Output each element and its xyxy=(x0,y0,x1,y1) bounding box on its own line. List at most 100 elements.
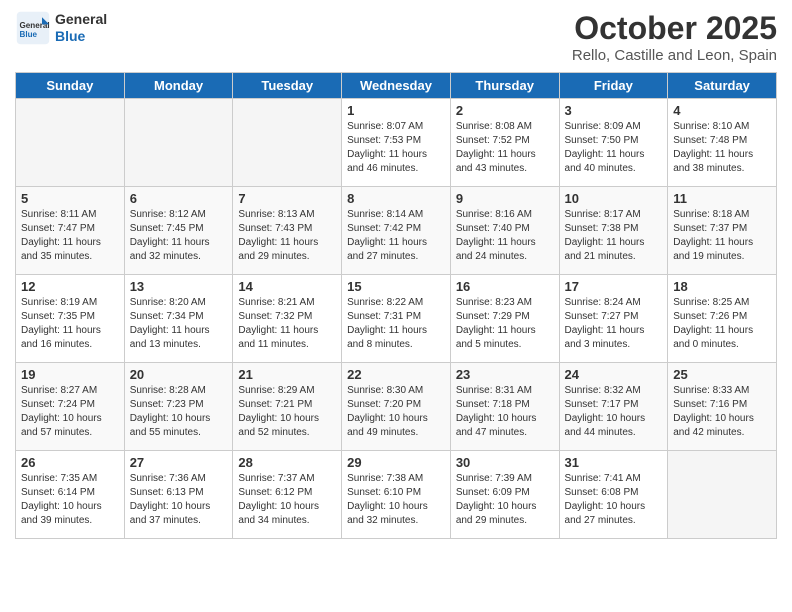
day-info: Sunrise: 8:30 AMSunset: 7:20 PMDaylight:… xyxy=(347,384,445,440)
day-info: Sunrise: 8:08 AMSunset: 7:52 PMDaylight:… xyxy=(456,120,554,176)
day-info: Sunrise: 8:18 AMSunset: 7:37 PMDaylight:… xyxy=(673,208,771,264)
calendar-cell: 5Sunrise: 8:11 AMSunset: 7:47 PMDaylight… xyxy=(16,187,125,275)
day-number: 25 xyxy=(673,367,771,382)
calendar-cell: 25 Sunrise: 8:33 AMSunset: 7:16 PMDayligh… xyxy=(668,363,777,451)
day-number: 17 xyxy=(565,279,663,294)
day-number: 20 xyxy=(130,367,228,382)
day-info: Sunrise: 8:24 AMSunset: 7:27 PMDaylight:… xyxy=(565,296,663,352)
calendar-cell: 22 Sunrise: 8:30 AMSunset: 7:20 PMDayligh… xyxy=(342,363,451,451)
calendar-day-header: Thursday xyxy=(450,73,559,99)
calendar-cell: 10Sunrise: 8:17 AMSunset: 7:38 PMDayligh… xyxy=(559,187,668,275)
calendar-cell: 21 Sunrise: 8:29 AMSunset: 7:21 PMDayligh… xyxy=(233,363,342,451)
calendar-cell: 9Sunrise: 8:16 AMSunset: 7:40 PMDaylight… xyxy=(450,187,559,275)
day-number: 4 xyxy=(673,103,771,118)
day-info: Sunrise: 8:29 AMSunset: 7:21 PMDaylight:… xyxy=(238,384,336,440)
calendar-week-row: 1 Sunrise: 8:07 AMSunset: 7:53 PMDaylight… xyxy=(16,99,777,187)
title-block: October 2025 Rello, Castille and Leon, S… xyxy=(572,10,777,64)
calendar-table: SundayMondayTuesdayWednesdayThursdayFrid… xyxy=(15,72,777,539)
calendar-cell: 15 Sunrise: 8:22 AMSunset: 7:31 PMDayligh… xyxy=(342,275,451,363)
day-number: 31 xyxy=(565,455,663,470)
calendar-cell: 7 Sunrise: 8:13 AMSunset: 7:43 PMDaylight… xyxy=(233,187,342,275)
calendar-cell: 11 Sunrise: 8:18 AMSunset: 7:37 PMDayligh… xyxy=(668,187,777,275)
day-info: Sunrise: 8:32 AMSunset: 7:17 PMDaylight:… xyxy=(565,384,663,440)
day-info: Sunrise: 8:25 AMSunset: 7:26 PMDaylight:… xyxy=(673,296,771,352)
day-info: Sunrise: 8:20 AMSunset: 7:34 PMDaylight:… xyxy=(130,296,228,352)
calendar-cell xyxy=(16,99,125,187)
logo-icon: General Blue xyxy=(15,10,51,46)
calendar-cell: 1 Sunrise: 8:07 AMSunset: 7:53 PMDaylight… xyxy=(342,99,451,187)
calendar-cell: 2 Sunrise: 8:08 AMSunset: 7:52 PMDaylight… xyxy=(450,99,559,187)
day-info: Sunrise: 8:22 AMSunset: 7:31 PMDaylight:… xyxy=(347,296,445,352)
day-number: 29 xyxy=(347,455,445,470)
calendar-day-header: Wednesday xyxy=(342,73,451,99)
calendar-day-header: Friday xyxy=(559,73,668,99)
calendar-cell: 18 Sunrise: 8:25 AMSunset: 7:26 PMDayligh… xyxy=(668,275,777,363)
svg-text:Blue: Blue xyxy=(20,30,38,39)
day-info: Sunrise: 8:12 AMSunset: 7:45 PMDaylight:… xyxy=(130,208,228,264)
day-number: 16 xyxy=(456,279,554,294)
calendar-cell: 23 Sunrise: 8:31 AMSunset: 7:18 PMDayligh… xyxy=(450,363,559,451)
day-number: 6 xyxy=(130,191,228,206)
calendar-cell: 29 Sunrise: 7:38 AMSunset: 6:10 PMDayligh… xyxy=(342,451,451,539)
day-number: 22 xyxy=(347,367,445,382)
day-info: Sunrise: 8:10 AMSunset: 7:48 PMDaylight:… xyxy=(673,120,771,176)
calendar-day-header: Sunday xyxy=(16,73,125,99)
day-info: Sunrise: 7:36 AMSunset: 6:13 PMDaylight:… xyxy=(130,472,228,528)
calendar-week-row: 26Sunrise: 7:35 AMSunset: 6:14 PMDayligh… xyxy=(16,451,777,539)
day-info: Sunrise: 8:28 AMSunset: 7:23 PMDaylight:… xyxy=(130,384,228,440)
day-info: Sunrise: 7:39 AMSunset: 6:09 PMDaylight:… xyxy=(456,472,554,528)
day-number: 12 xyxy=(21,279,119,294)
day-info: Sunrise: 8:33 AMSunset: 7:16 PMDaylight:… xyxy=(673,384,771,440)
day-info: Sunrise: 8:27 AMSunset: 7:24 PMDaylight:… xyxy=(21,384,119,440)
day-number: 14 xyxy=(238,279,336,294)
header: General Blue General Blue October 2025 R… xyxy=(15,10,777,64)
day-info: Sunrise: 7:41 AMSunset: 6:08 PMDaylight:… xyxy=(565,472,663,528)
calendar-cell: 24 Sunrise: 8:32 AMSunset: 7:17 PMDayligh… xyxy=(559,363,668,451)
day-number: 5 xyxy=(21,191,119,206)
day-info: Sunrise: 8:31 AMSunset: 7:18 PMDaylight:… xyxy=(456,384,554,440)
calendar-cell: 27 Sunrise: 7:36 AMSunset: 6:13 PMDayligh… xyxy=(124,451,233,539)
day-number: 1 xyxy=(347,103,445,118)
calendar-cell: 19 Sunrise: 8:27 AMSunset: 7:24 PMDayligh… xyxy=(16,363,125,451)
calendar-cell: 13Sunrise: 8:20 AMSunset: 7:34 PMDayligh… xyxy=(124,275,233,363)
day-number: 21 xyxy=(238,367,336,382)
day-number: 23 xyxy=(456,367,554,382)
day-number: 24 xyxy=(565,367,663,382)
calendar-cell xyxy=(233,99,342,187)
day-info: Sunrise: 8:23 AMSunset: 7:29 PMDaylight:… xyxy=(456,296,554,352)
calendar-cell: 6 Sunrise: 8:12 AMSunset: 7:45 PMDaylight… xyxy=(124,187,233,275)
calendar-week-row: 5Sunrise: 8:11 AMSunset: 7:47 PMDaylight… xyxy=(16,187,777,275)
calendar-cell: 3 Sunrise: 8:09 AMSunset: 7:50 PMDaylight… xyxy=(559,99,668,187)
day-number: 10 xyxy=(565,191,663,206)
calendar-day-header: Tuesday xyxy=(233,73,342,99)
calendar-cell: 17 Sunrise: 8:24 AMSunset: 7:27 PMDayligh… xyxy=(559,275,668,363)
day-number: 26 xyxy=(21,455,119,470)
day-info: Sunrise: 8:09 AMSunset: 7:50 PMDaylight:… xyxy=(565,120,663,176)
day-number: 3 xyxy=(565,103,663,118)
day-number: 7 xyxy=(238,191,336,206)
day-number: 11 xyxy=(673,191,771,206)
day-number: 19 xyxy=(21,367,119,382)
calendar-day-header: Saturday xyxy=(668,73,777,99)
day-number: 9 xyxy=(456,191,554,206)
day-info: Sunrise: 8:19 AMSunset: 7:35 PMDaylight:… xyxy=(21,296,119,352)
day-number: 27 xyxy=(130,455,228,470)
day-info: Sunrise: 8:07 AMSunset: 7:53 PMDaylight:… xyxy=(347,120,445,176)
calendar-cell: 20 Sunrise: 8:28 AMSunset: 7:23 PMDayligh… xyxy=(124,363,233,451)
calendar-cell: 4 Sunrise: 8:10 AMSunset: 7:48 PMDaylight… xyxy=(668,99,777,187)
location-title: Rello, Castille and Leon, Spain xyxy=(572,47,777,64)
day-info: Sunrise: 8:13 AMSunset: 7:43 PMDaylight:… xyxy=(238,208,336,264)
month-title: October 2025 xyxy=(572,10,777,47)
day-info: Sunrise: 8:21 AMSunset: 7:32 PMDaylight:… xyxy=(238,296,336,352)
calendar-week-row: 12 Sunrise: 8:19 AMSunset: 7:35 PMDayligh… xyxy=(16,275,777,363)
day-number: 18 xyxy=(673,279,771,294)
day-info: Sunrise: 7:38 AMSunset: 6:10 PMDaylight:… xyxy=(347,472,445,528)
day-number: 8 xyxy=(347,191,445,206)
day-info: Sunrise: 8:14 AMSunset: 7:42 PMDaylight:… xyxy=(347,208,445,264)
day-number: 2 xyxy=(456,103,554,118)
calendar-cell: 26Sunrise: 7:35 AMSunset: 6:14 PMDayligh… xyxy=(16,451,125,539)
calendar-cell: 28Sunrise: 7:37 AMSunset: 6:12 PMDayligh… xyxy=(233,451,342,539)
logo: General Blue General Blue xyxy=(15,10,107,46)
day-number: 15 xyxy=(347,279,445,294)
calendar-cell: 8 Sunrise: 8:14 AMSunset: 7:42 PMDaylight… xyxy=(342,187,451,275)
